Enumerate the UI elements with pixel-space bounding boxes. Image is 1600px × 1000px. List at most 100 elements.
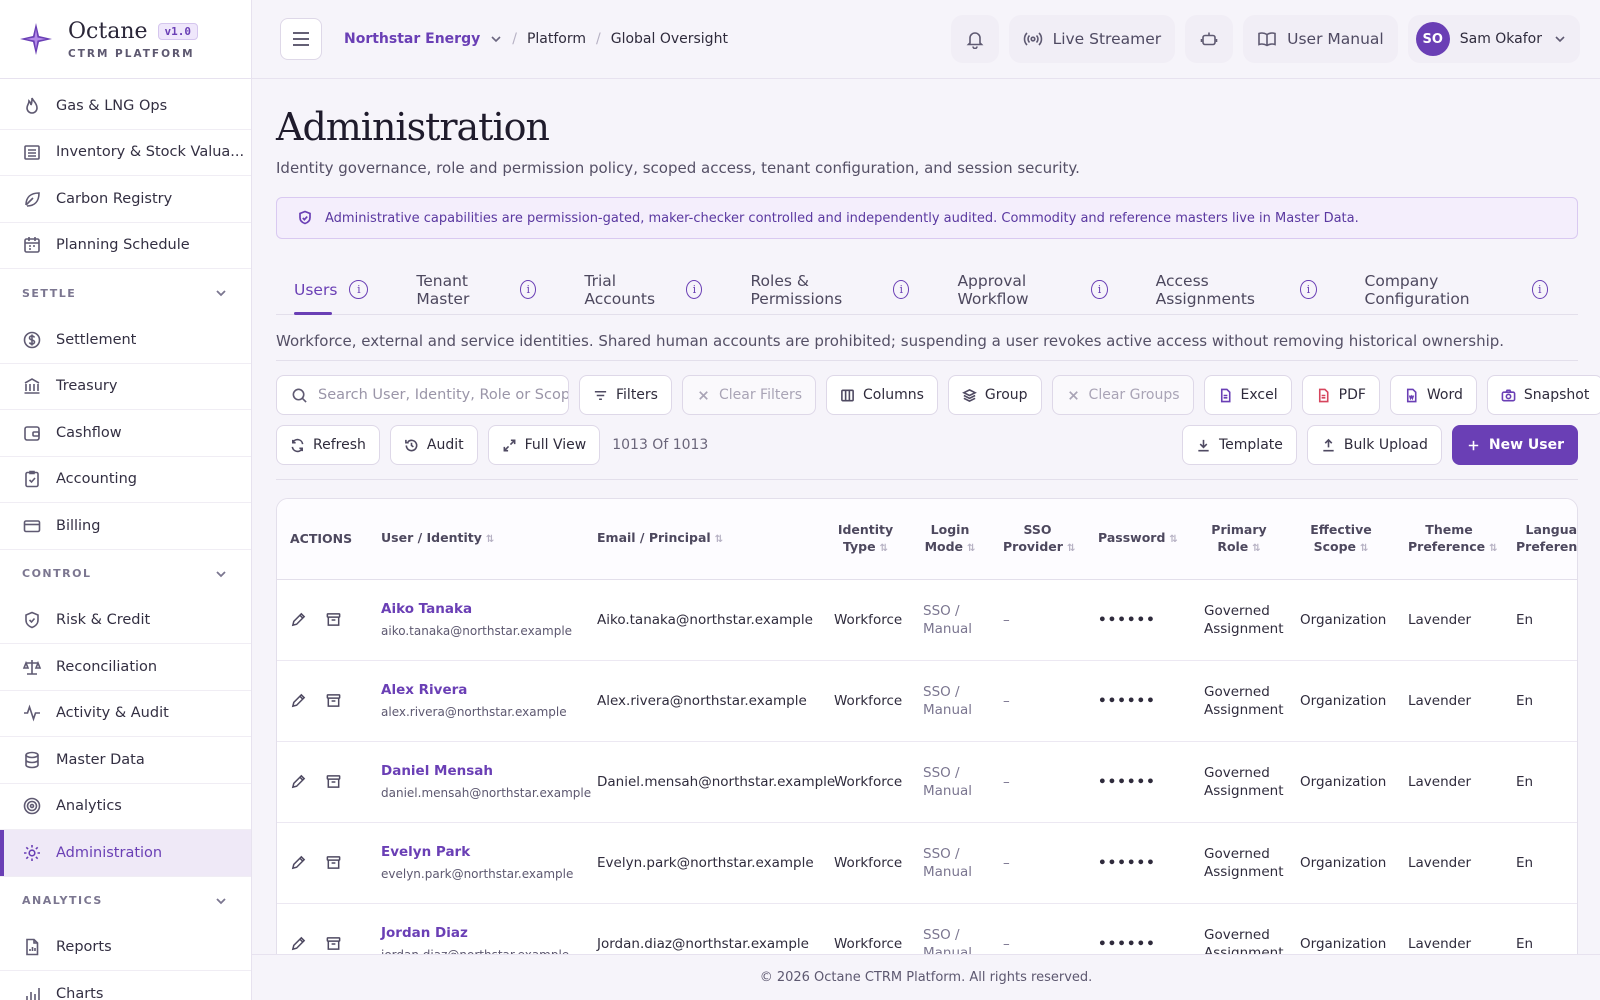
col-sso-provider[interactable]: SSO Provider ⇅ — [990, 499, 1085, 580]
col-login-mode[interactable]: Login Mode ⇅ — [910, 499, 990, 580]
export-word-button[interactable]: Word — [1389, 375, 1477, 415]
search-box[interactable] — [276, 375, 569, 415]
group-button[interactable]: Group — [947, 375, 1042, 415]
assistant-bot-button[interactable] — [1185, 15, 1234, 63]
col-password[interactable]: Password ⇅ — [1085, 499, 1191, 580]
sidebar-item-accounting[interactable]: Accounting — [0, 457, 251, 503]
sidebar-item-settlement[interactable]: Settlement — [0, 317, 251, 364]
template-button[interactable]: Template — [1182, 425, 1297, 465]
info-icon[interactable]: i — [349, 280, 369, 299]
sort-icon[interactable]: ⇅ — [1489, 543, 1497, 554]
filters-button[interactable]: Filters — [579, 375, 672, 415]
sort-icon[interactable]: ⇅ — [715, 534, 723, 545]
sidebar-item-reconciliation[interactable]: Reconciliation — [0, 644, 251, 691]
nav-group-settle[interactable]: SETTLE — [0, 269, 251, 317]
tab-roles-permissions[interactable]: Roles & Permissions i — [732, 265, 927, 314]
pencil-icon[interactable] — [290, 773, 307, 790]
user-name-link[interactable]: Aiko Tanaka — [381, 600, 571, 618]
sort-icon[interactable]: ⇅ — [1360, 543, 1368, 554]
tab-company-configuration[interactable]: Company Configuration i — [1347, 265, 1566, 314]
tab-approval-workflow[interactable]: Approval Workflow i — [939, 265, 1125, 314]
sort-icon[interactable]: ⇅ — [967, 543, 975, 554]
tab-users[interactable]: Users i — [276, 265, 386, 315]
sort-icon[interactable]: ⇅ — [880, 543, 888, 554]
nav-group-control[interactable]: CONTROL — [0, 550, 251, 598]
archive-icon[interactable] — [325, 773, 342, 790]
sidebar-item-planning-schedule[interactable]: Planning Schedule — [0, 223, 251, 269]
pencil-icon[interactable] — [290, 935, 307, 952]
sort-icon[interactable]: ⇅ — [1169, 534, 1177, 545]
pencil-icon[interactable] — [290, 611, 307, 628]
nav-group-analytics[interactable]: ANALYTICS — [0, 877, 251, 925]
sidebar-item-administration[interactable]: Administration — [0, 830, 251, 877]
refresh-button[interactable]: Refresh — [276, 425, 380, 465]
clear-filters-button[interactable]: Clear Filters — [681, 375, 816, 415]
sidebar-item-master-data[interactable]: Master Data — [0, 737, 251, 784]
tab-trial-accounts[interactable]: Trial Accounts i — [566, 265, 720, 314]
user-name-link[interactable]: Jordan Diaz — [381, 924, 571, 942]
info-icon[interactable]: i — [1091, 280, 1108, 299]
table-row[interactable]: Jordan Diaz jordan.diaz@northstar.example… — [277, 903, 1577, 954]
sidebar-item-treasury[interactable]: Treasury — [0, 364, 251, 410]
sort-icon[interactable]: ⇅ — [1252, 543, 1260, 554]
tab-tenant-master[interactable]: Tenant Master i — [398, 265, 554, 314]
columns-button[interactable]: Columns — [826, 375, 938, 415]
breadcrumb-global-oversight[interactable]: Global Oversight — [611, 31, 728, 47]
info-icon[interactable]: i — [1300, 280, 1317, 299]
user-name-link[interactable]: Alex Rivera — [381, 681, 571, 699]
live-streamer-button[interactable]: Live Streamer — [1008, 15, 1176, 63]
table-row[interactable]: Evelyn Park evelyn.park@northstar.example… — [277, 822, 1577, 904]
tenant-selector[interactable]: Northstar Energy — [344, 31, 502, 47]
audit-button[interactable]: Audit — [389, 425, 478, 465]
full-view-button[interactable]: Full View — [487, 425, 601, 465]
sidebar-item-risk-credit[interactable]: Risk & Credit — [0, 598, 251, 644]
col-language-preference[interactable]: Language Preference⇅ — [1503, 499, 1577, 580]
sidebar-item-inventory[interactable]: Inventory & Stock Valua... — [0, 130, 251, 176]
sort-icon[interactable]: ⇅ — [1067, 543, 1075, 554]
export-pdf-button[interactable]: PDF — [1301, 375, 1380, 415]
snapshot-button[interactable]: Snapshot — [1486, 375, 1600, 415]
info-icon[interactable]: i — [686, 280, 703, 299]
menu-toggle-button[interactable] — [280, 18, 322, 60]
info-icon[interactable]: i — [520, 280, 537, 299]
new-user-button[interactable]: New User — [1451, 425, 1578, 465]
sidebar-item-reports[interactable]: Reports — [0, 925, 251, 971]
col-effective-scope[interactable]: Effective Scope ⇅ — [1287, 499, 1395, 580]
archive-icon[interactable] — [325, 611, 342, 628]
archive-icon[interactable] — [325, 692, 342, 709]
info-icon[interactable]: i — [893, 280, 910, 299]
table-row[interactable]: Daniel Mensah daniel.mensah@northstar.exa… — [277, 741, 1577, 823]
sort-icon[interactable]: ⇅ — [486, 534, 494, 545]
pencil-icon[interactable] — [290, 692, 307, 709]
bulk-upload-button[interactable]: Bulk Upload — [1306, 425, 1442, 465]
sidebar-item-activity-audit[interactable]: Activity & Audit — [0, 691, 251, 737]
search-input[interactable] — [318, 387, 568, 403]
table-row[interactable]: Alex Rivera alex.rivera@northstar.example… — [277, 660, 1577, 742]
col-theme-preference[interactable]: Theme Preference ⇅ — [1395, 499, 1503, 580]
sidebar-item-analytics[interactable]: Analytics — [0, 784, 251, 830]
col-identity-type[interactable]: Identity Type ⇅ — [821, 499, 910, 580]
notifications-button[interactable] — [950, 15, 999, 63]
tab-access-assignments[interactable]: Access Assignments i — [1138, 265, 1335, 314]
col-user-identity[interactable]: User / Identity ⇅ — [368, 499, 584, 580]
user-name-link[interactable]: Daniel Mensah — [381, 762, 571, 780]
sidebar-item-cashflow[interactable]: Cashflow — [0, 410, 251, 457]
info-icon[interactable]: i — [1531, 280, 1548, 299]
export-excel-button[interactable]: Excel — [1203, 375, 1292, 415]
archive-icon[interactable] — [325, 854, 342, 871]
user-manual-button[interactable]: User Manual — [1243, 15, 1398, 63]
brand[interactable]: Octane v1.0 CTRM PLATFORM — [0, 0, 251, 79]
user-name-link[interactable]: Evelyn Park — [381, 843, 571, 861]
breadcrumb-platform[interactable]: Platform — [527, 31, 586, 47]
col-primary-role[interactable]: Primary Role ⇅ — [1191, 499, 1287, 580]
sidebar-item-charts[interactable]: Charts — [0, 971, 251, 1000]
sidebar-item-gas-lng-ops[interactable]: Gas & LNG Ops — [0, 83, 251, 130]
archive-icon[interactable] — [325, 935, 342, 952]
sidebar-item-billing[interactable]: Billing — [0, 503, 251, 550]
sidebar-item-carbon-registry[interactable]: Carbon Registry — [0, 176, 251, 223]
clear-groups-button[interactable]: Clear Groups — [1051, 375, 1194, 415]
table-row[interactable]: Aiko Tanaka aiko.tanaka@northstar.example… — [277, 579, 1577, 661]
col-email[interactable]: Email / Principal ⇅ — [584, 499, 821, 580]
pencil-icon[interactable] — [290, 854, 307, 871]
user-menu[interactable]: SO Sam Okafor — [1407, 15, 1580, 63]
